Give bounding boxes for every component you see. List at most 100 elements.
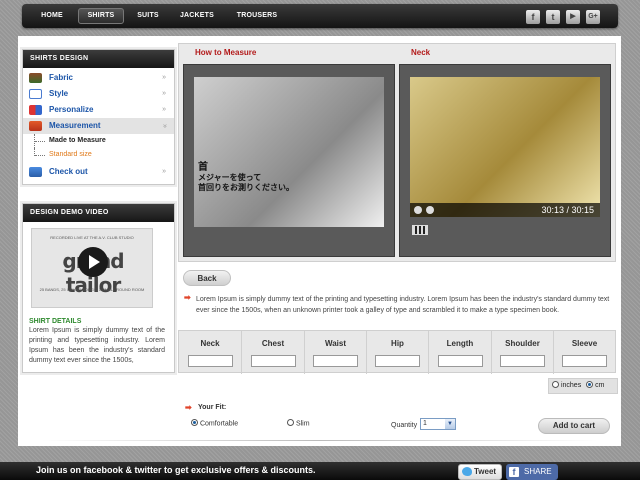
chevron-down-icon: » [161,124,169,128]
fabric-icon [29,73,42,83]
arrow-right-icon: ➡ [184,293,191,302]
submenu-standard-size[interactable]: Standard size [23,148,174,162]
twitter-icon[interactable]: t [546,10,560,24]
google-plus-icon[interactable]: G+ [586,10,600,24]
how-to-measure-image: 首 メジャーを使って 首回りをお測りください。 [183,64,395,257]
video-time: 30:13 / 30:15 [541,205,594,215]
cm-radio[interactable] [586,380,594,388]
top-navigation: HOME SHIRTS SUITS JACKETS TROUSERS f t ▶… [22,4,618,28]
length-input[interactable] [438,355,483,367]
pause-icon[interactable] [414,206,422,214]
tree-connector [34,134,46,148]
submenu-made-to-measure[interactable]: Made to Measure [23,134,174,148]
neck-video-player[interactable]: 30:13 / 30:15 [399,64,611,257]
measure-label-sleeve: Sleeve [571,339,598,348]
slim-option[interactable]: Slim [287,419,310,428]
caption-line2: メジャーを使って [198,173,262,182]
nav-trousers[interactable]: TROUSERS [228,8,286,24]
chevron-right-icon: » [162,90,166,97]
measure-label-neck: Neck [200,339,220,348]
nav-suits[interactable]: SUITS [128,8,168,24]
measure-label-hip: Hip [391,339,404,348]
footer-promo-text: Join us on facebook & twitter to get exc… [36,465,316,475]
quantity-value: 1 [423,420,427,427]
divider [42,440,598,441]
sidebar-item-label: Style [49,89,69,98]
twitter-bird-icon [462,467,472,476]
shirt-details-title: SHIRT DETAILS [29,318,82,325]
waist-input[interactable] [313,355,358,367]
measure-col-shoulder: Shoulder [492,331,554,374]
inches-label: inches [560,382,582,389]
comfortable-radio[interactable] [191,419,198,426]
video-thumbnail[interactable]: RECORDED LIVE AT THE A.V. CLUB STUDIO gr… [31,228,153,308]
sidebar-item-measurement[interactable]: Measurement » [23,118,174,134]
nav-shirts[interactable]: SHIRTS [78,8,124,24]
sleeve-input[interactable] [562,355,607,367]
comfortable-option[interactable]: Comfortable [191,419,239,428]
measure-label-chest: Chest [261,339,285,348]
checkout-icon [29,167,42,177]
tweet-button[interactable]: Tweet [458,464,502,480]
sidebar-item-style[interactable]: Style » [23,86,174,102]
measure-description: Lorem Ipsum is simply dummy text of the … [196,296,610,314]
chevron-right-icon: » [162,74,166,81]
share-label: SHARE [524,467,552,476]
style-icon [29,89,42,99]
neck-input[interactable] [188,355,233,367]
slim-label: Slim [295,420,310,428]
cm-label: cm [595,382,605,389]
add-to-cart-button[interactable]: Add to cart [538,418,610,434]
comfortable-label: Comfortable [199,420,239,428]
sidebar-item-fabric[interactable]: Fabric » [23,70,174,86]
shoulder-input[interactable] [500,355,545,367]
tweet-label: Tweet [474,467,497,476]
slim-radio[interactable] [287,419,294,426]
video-control-bar: 30:13 / 30:15 [410,203,600,217]
footer-bar: Join us on facebook & twitter to get exc… [0,462,640,480]
hip-input[interactable] [375,355,420,367]
chevron-right-icon: » [162,168,166,175]
how-to-measure-title: How to Measure [195,48,257,57]
facebook-icon[interactable]: f [526,10,540,24]
sidebar-item-label: Measurement [49,121,101,130]
sidebar-item-checkout[interactable]: Check out » [23,164,174,180]
nav-home[interactable]: HOME [32,8,72,24]
measure-col-sleeve: Sleeve [554,331,615,374]
measure-col-length: Length [429,331,492,374]
youtube-icon[interactable]: ▶ [566,10,580,24]
sidebar-item-label: Check out [49,167,88,176]
personalize-icon [29,105,42,115]
caption-line1: 首 [198,162,208,173]
video-thumb-caption: RECORDED LIVE AT THE A.V. CLUB STUDIO [50,235,134,240]
measurement-table: Neck Chest Waist Hip Length Shoulder Sle… [178,330,616,374]
measure-label-shoulder: Shoulder [505,339,540,348]
play-icon[interactable] [78,247,108,277]
nav-jackets[interactable]: JACKETS [172,8,222,24]
facebook-share-button[interactable]: f SHARE [506,464,558,480]
design-demo-video-box: DESIGN DEMO VIDEO RECORDED LIVE AT THE A… [22,203,175,373]
shirts-design-box: SHIRTS DESIGN Fabric » Style » Personali… [22,49,175,185]
clapper-icon[interactable] [412,225,428,235]
chevron-right-icon: » [162,106,166,113]
sidebar-item-label: Fabric [49,73,74,82]
tree-connector [34,148,46,156]
arrow-right-icon: ➡ [185,403,192,412]
measure-label-length: Length [446,339,474,348]
submenu-label: Standard size [49,151,92,158]
sidebar-item-label: Personalize [49,105,94,114]
shirt-details-text: Lorem Ipsum is simply dummy text of the … [29,327,165,364]
measure-col-chest: Chest [242,331,305,374]
inches-radio[interactable] [552,380,559,388]
back-button[interactable]: Back [183,270,231,286]
facebook-icon: f [509,467,519,477]
measure-col-neck: Neck [179,331,242,374]
main-panel: SHIRTS DESIGN Fabric » Style » Personali… [18,36,621,446]
chest-input[interactable] [251,355,296,367]
quantity-select[interactable]: 1 ▼ [420,418,456,430]
sidebar-item-personalize[interactable]: Personalize » [23,102,174,118]
measurement-icon [29,121,42,131]
how-to-measure-panel: How to Measure Neck 首 メジャーを使って 首回りをお測りくだ… [178,43,616,262]
stop-icon[interactable] [426,206,434,214]
chevron-down-icon[interactable]: ▼ [445,419,455,429]
